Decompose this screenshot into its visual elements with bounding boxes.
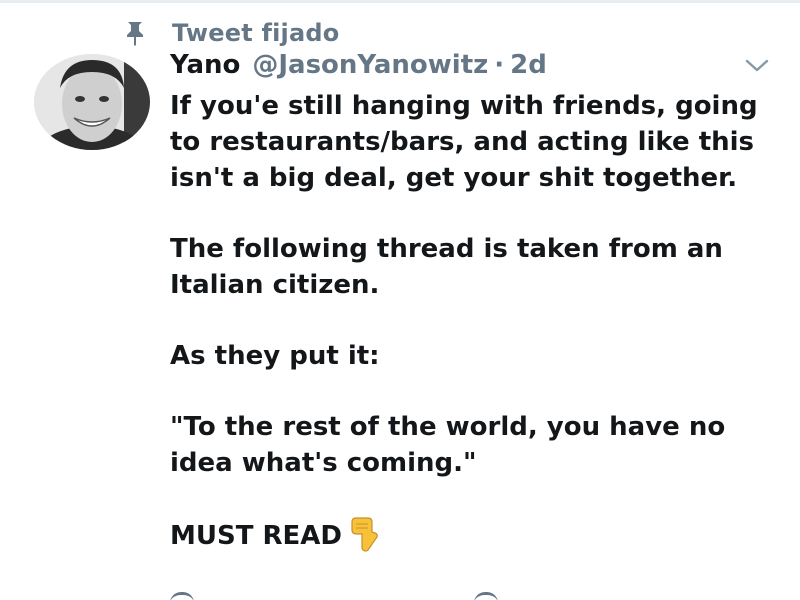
pin-icon	[124, 20, 146, 46]
pinned-label: Tweet fijado	[172, 19, 340, 47]
tweet-paragraph-last: MUST READ	[170, 516, 780, 554]
backhand-index-pointing-down-icon	[348, 516, 380, 552]
action-bar-partial	[170, 592, 670, 600]
tweet-text: If you'e still hanging with friends, goi…	[170, 88, 780, 554]
user-handle[interactable]: @JasonYanowitz	[252, 50, 488, 80]
separator-dot: ·	[494, 50, 505, 80]
top-divider	[0, 0, 800, 3]
avatar[interactable]	[34, 54, 150, 150]
reply-icon[interactable]	[170, 592, 194, 600]
tweet-header: Yano @JasonYanowitz · 2d	[170, 50, 547, 86]
must-read-text: MUST READ	[170, 521, 342, 551]
tweet-paragraph: As they put it:	[170, 341, 380, 371]
display-name[interactable]: Yano	[170, 50, 240, 80]
timestamp[interactable]: 2d	[510, 50, 547, 80]
tweet-paragraph: The following thread is taken from an It…	[170, 234, 723, 300]
pinned-indicator: Tweet fijado	[124, 18, 339, 48]
tweet-paragraph: "To the rest of the world, you have no i…	[170, 412, 726, 478]
tweet-paragraph: If you'e still hanging with friends, goi…	[170, 91, 758, 193]
like-icon[interactable]	[474, 592, 498, 600]
chevron-down-icon[interactable]	[740, 54, 774, 78]
